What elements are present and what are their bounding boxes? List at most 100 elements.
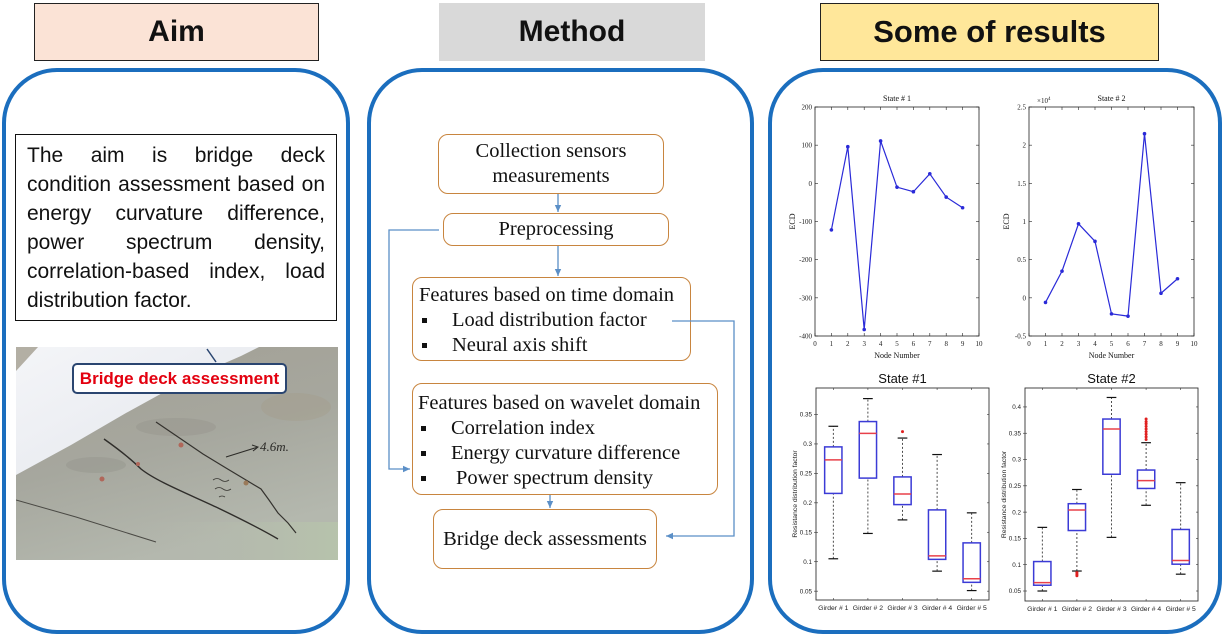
outlier-point xyxy=(1144,438,1148,442)
data-point xyxy=(1142,131,1147,136)
bullet-square-icon xyxy=(418,441,451,466)
box-iqr xyxy=(893,476,912,506)
x-tick-label: 9 xyxy=(1176,340,1180,348)
x-tick-label: Girder # 1 xyxy=(1027,606,1057,613)
y-tick-label: 0 xyxy=(1023,294,1027,302)
wavelet-domain-heading: Features based on wavelet domain xyxy=(418,392,701,414)
box-iqr xyxy=(927,509,947,561)
bridge-deck-photo: 4.6m. Bridge deck assessment xyxy=(16,347,338,560)
x-tick-label: 2 xyxy=(1060,340,1064,348)
method-header: Method xyxy=(439,3,705,61)
ecd-line-chart-state-1: 0 1 2 3 4 5 6 7 8 9 10 -400 -300 -200 -100 0 100 200 State… xyxy=(788,94,984,360)
x-tick-label: Girder # 3 xyxy=(887,605,917,612)
time-domain-heading: Features based on time domain xyxy=(419,284,675,306)
y-tick-label: 200 xyxy=(802,104,813,112)
photo-label: Bridge deck assessment xyxy=(72,363,287,394)
data-point xyxy=(1093,239,1097,244)
y-tick-label: -400 xyxy=(799,333,812,341)
x-tick-label: Girder # 3 xyxy=(1096,606,1126,613)
box-iqr xyxy=(1032,560,1052,586)
x-tick-label: 1 xyxy=(1044,340,1048,348)
x-tick-label: Girder # 5 xyxy=(957,605,987,612)
data-point xyxy=(895,185,899,189)
y-tick-label: 0.4 xyxy=(1012,404,1021,411)
y-tick-label: -0.5 xyxy=(1015,333,1027,341)
photo-label-text: Bridge deck assessment xyxy=(79,368,280,388)
outlier-point xyxy=(1144,424,1148,428)
chart-title: State # 2 xyxy=(1098,94,1126,103)
box-iqr xyxy=(823,446,843,495)
time-domain-item-label: Neural axis shift xyxy=(452,334,588,356)
box-iqr xyxy=(858,420,878,479)
bullet-square-icon xyxy=(418,416,451,441)
ecd-line-chart-state-2: 0 1 2 3 4 5 6 7 8 9 10-0.500.511.522.5State # 2Nod… xyxy=(1002,94,1198,360)
y-tick-label: 1 xyxy=(1023,218,1027,226)
y-tick-label: 0.25 xyxy=(800,471,813,478)
plot-frame xyxy=(814,106,980,337)
y-tick-label: 0.35 xyxy=(800,412,813,419)
chart-title: State #1 xyxy=(878,371,926,386)
data-point xyxy=(1076,221,1081,226)
x-tick-label: 10 xyxy=(976,340,984,348)
wavelet-domain-item-label: Power spectrum density xyxy=(456,467,653,489)
bullet-square-icon xyxy=(418,466,451,491)
x-tick-label: Girder # 2 xyxy=(853,605,883,612)
resistance-boxplot-state-1: 0.05 0.1 0.15 0.2 0.25 0.3 0.35 Girder # 1 Girde… xyxy=(792,371,990,612)
wavelet-domain-item: Power spectrum density xyxy=(418,466,717,491)
x-axis-label: Node Number xyxy=(1089,351,1135,360)
y-tick-label: 0.15 xyxy=(800,529,813,536)
rust-spot xyxy=(178,442,184,448)
wavelet-domain-item-label: Correlation index xyxy=(451,417,596,439)
y-tick-label: 0.05 xyxy=(800,588,813,595)
y-tick-label: -200 xyxy=(799,256,812,264)
box-iqr xyxy=(962,542,982,584)
y-tick-label: 0.3 xyxy=(1012,457,1021,464)
data-point xyxy=(1126,314,1130,318)
chart-title: State # 1 xyxy=(883,94,911,103)
data-point xyxy=(911,189,916,194)
x-tick-label: 3 xyxy=(1077,340,1081,348)
y-multiplier-base: ×10 xyxy=(1037,97,1048,105)
outlier-point xyxy=(1144,417,1148,421)
y-tick-label: 0.05 xyxy=(1009,588,1022,595)
outlier-point xyxy=(1144,427,1148,431)
flow-step-preprocessing-label: Preprocessing xyxy=(498,218,614,240)
data-point xyxy=(960,205,965,210)
x-tick-label: 8 xyxy=(944,340,948,348)
x-tick-label: 0 xyxy=(1027,340,1031,348)
chart-title: State #2 xyxy=(1087,371,1135,386)
y-tick-label: 0.15 xyxy=(1009,536,1022,543)
x-tick-label: 2 xyxy=(846,340,850,348)
x-tick-label: 4 xyxy=(1093,340,1097,348)
y-tick-label: -300 xyxy=(799,294,812,302)
aim-title: Aim xyxy=(148,15,205,48)
outlier-point xyxy=(1144,430,1148,434)
y-axis-label: ECD xyxy=(788,213,797,229)
y-tick-label: 0.35 xyxy=(1009,430,1022,437)
x-tick-label: 0 xyxy=(813,340,817,348)
time-domain-item-label: Load distribution factor xyxy=(452,309,647,331)
stain xyxy=(136,418,216,436)
x-tick-label: Girder # 2 xyxy=(1062,606,1092,613)
flow-step-time-domain: Features based on time domain Load distr… xyxy=(412,277,691,361)
data-point xyxy=(1175,276,1180,281)
y-tick-label: -100 xyxy=(799,218,812,226)
flow-step-assessment: Bridge deck assessments xyxy=(433,509,657,569)
outlier-point xyxy=(901,430,904,434)
y-axis-label: ECD xyxy=(1002,213,1011,229)
flow-step-preprocessing: Preprocessing xyxy=(443,213,669,246)
y-tick-label: 0.2 xyxy=(1012,509,1021,516)
bullet-square-icon xyxy=(419,333,452,358)
resistance-boxplot-state-2: 0.05 0.1 0.15 0.2 0.25 0.3 0.35 0.4 Girder # 1 Gi… xyxy=(1001,371,1199,613)
aim-header: Aim xyxy=(34,3,319,61)
results-title: Some of results xyxy=(873,14,1106,49)
stain xyxy=(261,393,331,421)
x-tick-label: Girder # 1 xyxy=(818,605,848,612)
y-multiplier-label: ×104 xyxy=(1037,97,1051,105)
data-point xyxy=(1043,300,1048,305)
y-tick-label: 0.25 xyxy=(1009,483,1022,490)
flow-step-wavelet-domain: Features based on wavelet domain Correla… xyxy=(412,383,718,495)
plot-frame xyxy=(1028,106,1195,337)
stain xyxy=(66,457,126,473)
y-multiplier-exponent: 4 xyxy=(1048,97,1051,102)
